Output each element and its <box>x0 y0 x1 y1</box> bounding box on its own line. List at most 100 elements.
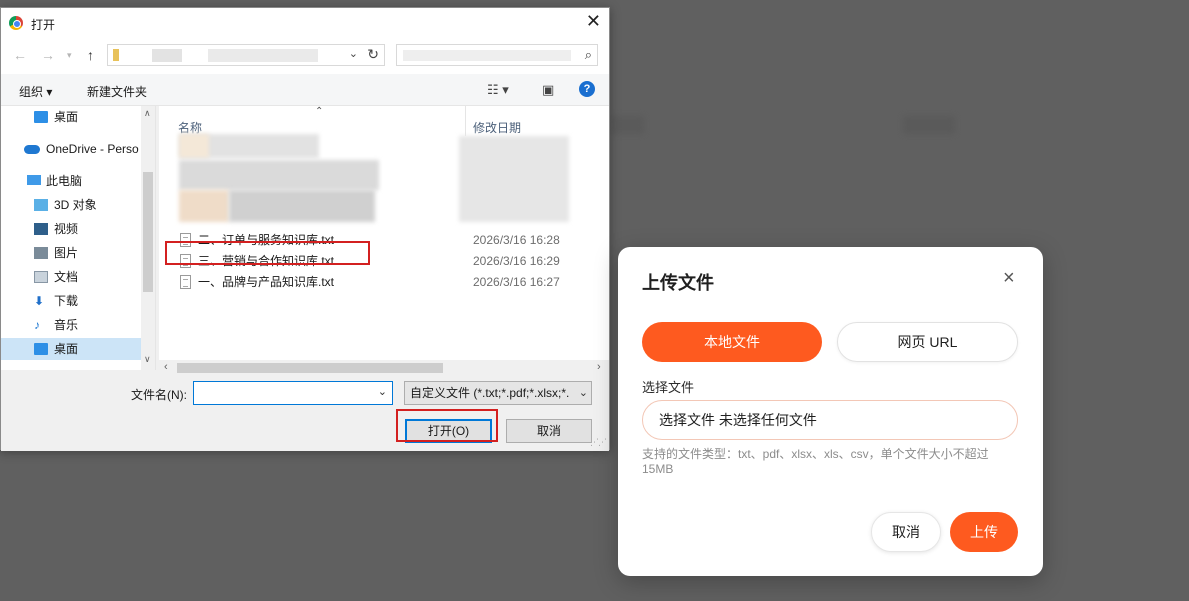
upload-file-modal: 上传文件 × 本地文件 网页 URL 选择文件 选择文件 未选择任何文件 支持的… <box>618 247 1043 576</box>
desktop-icon <box>34 343 48 355</box>
address-dropdown-icon[interactable]: ⌄ <box>349 47 358 60</box>
filename-input[interactable]: ⌄ <box>193 381 393 405</box>
address-path-blurred <box>152 49 182 62</box>
dialog-titlebar: 打开 ✕ <box>1 8 609 38</box>
column-divider[interactable] <box>465 106 466 136</box>
nav-item-desktop[interactable]: 桌面 <box>1 106 141 128</box>
tab-local-file[interactable]: 本地文件 <box>642 322 822 362</box>
resize-grip-icon[interactable]: ⋰⋰ <box>590 437 607 448</box>
nav-item-videos[interactable]: 视频 <box>1 218 141 240</box>
modal-close-icon[interactable]: × <box>1003 268 1015 288</box>
scroll-left-icon[interactable]: ‹ <box>164 361 168 373</box>
dialog-toolbar: 组织 ▾ 新建文件夹 ☷ ▾ ▣ ? <box>1 74 609 106</box>
nav-item-label: 图片 <box>54 246 79 260</box>
file-type-hint: 支持的文件类型：txt、pdf、xlsx、xls、csv，单个文件大小不超过15… <box>642 447 989 476</box>
dialog-cancel-button[interactable]: 取消 <box>506 419 592 443</box>
file-list-scroll-thumb[interactable] <box>177 363 443 373</box>
redacted-file-rows <box>179 134 209 158</box>
scroll-right-icon[interactable]: › <box>597 361 601 373</box>
highlight-open-button <box>396 409 498 442</box>
redacted-file-rows <box>179 160 379 190</box>
nav-item-label: 下载 <box>54 294 79 308</box>
nav-item-label: OneDrive - Perso <box>46 142 139 156</box>
address-field[interactable]: ⌄ ↻ <box>107 44 385 66</box>
navigation-pane: 桌面 OneDrive - Perso 此电脑 3D 对象 视频 图片 文档 ⬇ <box>1 106 156 370</box>
nav-item-onedrive[interactable]: OneDrive - Perso <box>1 138 141 160</box>
nav-item-label: 此电脑 <box>46 174 83 188</box>
tab-web-url[interactable]: 网页 URL <box>837 322 1018 362</box>
new-folder-button[interactable]: 新建文件夹 <box>87 83 147 100</box>
redacted-date-rows <box>459 136 569 222</box>
onedrive-icon <box>24 145 40 154</box>
up-arrow-icon[interactable]: ↑ <box>87 47 94 63</box>
search-placeholder-blurred <box>403 50 571 61</box>
address-bar-row: ← → ▾ ↑ ⌄ ↻ ⌕ <box>1 38 609 74</box>
dialog-footer: 文件名(N): ⌄ 自定义文件 (*.txt;*.pdf;*.xlsx;*. ⌄… <box>1 376 609 451</box>
column-header-date[interactable]: 修改日期 <box>473 119 521 136</box>
nav-item-music[interactable]: ♪ 音乐 <box>1 314 141 336</box>
redacted-file-rows <box>229 190 375 222</box>
text-file-icon <box>180 275 191 289</box>
forward-arrow-icon[interactable]: → <box>41 47 55 63</box>
redacted-file-rows <box>179 190 229 222</box>
nav-item-label: 3D 对象 <box>54 198 97 212</box>
desktop-icon <box>34 111 48 123</box>
recent-dropdown-icon[interactable]: ▾ <box>67 50 72 61</box>
nav-item-label: 音乐 <box>54 318 79 332</box>
file-list-pane: ⌃ 名称 修改日期 二、订单与服务知识库.txt 2026/3/16 16:28… <box>159 106 609 370</box>
file-open-dialog: 打开 ✕ ← → ▾ ↑ ⌄ ↻ ⌕ 组织 ▾ 新建文件夹 ☷ ▾ ▣ ? 桌面 <box>0 7 610 451</box>
search-field[interactable]: ⌕ <box>396 44 598 66</box>
highlight-selected-file <box>165 241 370 265</box>
3d-objects-icon <box>34 199 48 211</box>
folder-icon <box>113 49 119 61</box>
file-date: 2026/3/16 16:28 <box>473 233 560 247</box>
file-chooser-input[interactable]: 选择文件 未选择任何文件 <box>642 400 1018 440</box>
file-type-dropdown-icon[interactable]: ⌄ <box>575 382 588 404</box>
upload-button[interactable]: 上传 <box>950 512 1018 552</box>
file-type-filter-value: 自定义文件 (*.txt;*.pdf;*.xlsx;*. <box>410 386 570 400</box>
nav-item-label: 文档 <box>54 270 79 284</box>
file-date: 2026/3/16 16:29 <box>473 254 560 268</box>
nav-item-documents[interactable]: 文档 <box>1 266 141 288</box>
file-type-filter[interactable]: 自定义文件 (*.txt;*.pdf;*.xlsx;*. ⌄ <box>404 381 592 405</box>
documents-icon <box>34 271 48 283</box>
file-date: 2026/3/16 16:27 <box>473 275 560 289</box>
preview-pane-icon[interactable]: ▣ <box>542 82 554 98</box>
nav-item-downloads[interactable]: ⬇ 下载 <box>1 290 141 312</box>
background-blur-2 <box>903 116 955 134</box>
nav-item-label: 视频 <box>54 222 79 236</box>
nav-scrollbar[interactable]: ∧ ∨ <box>141 106 155 370</box>
music-icon: ♪ <box>34 318 40 332</box>
file-row[interactable]: 一、品牌与产品知识库.txt 2026/3/16 16:27 <box>178 272 598 292</box>
filename-dropdown-icon[interactable]: ⌄ <box>378 385 387 398</box>
nav-scroll-thumb[interactable] <box>143 172 153 292</box>
scroll-down-icon[interactable]: ∨ <box>144 354 151 365</box>
search-icon: ⌕ <box>584 47 592 62</box>
file-name: 一、品牌与产品知识库.txt <box>198 275 335 289</box>
refresh-icon[interactable]: ↻ <box>367 46 379 63</box>
computer-icon <box>27 175 41 185</box>
nav-item-label: 桌面 <box>54 342 79 356</box>
chrome-icon <box>9 16 23 30</box>
dialog-title: 打开 <box>31 18 56 32</box>
nav-item-desktop-selected[interactable]: 桌面 <box>1 338 141 360</box>
file-list-scrollbar[interactable]: ‹ › <box>159 360 609 376</box>
dialog-close-icon[interactable]: ✕ <box>586 12 601 30</box>
nav-item-pictures[interactable]: 图片 <box>1 242 141 264</box>
sort-ascending-icon: ⌃ <box>315 106 324 117</box>
back-arrow-icon[interactable]: ← <box>13 47 27 63</box>
nav-item-label: 桌面 <box>54 110 79 124</box>
nav-item-3d-objects[interactable]: 3D 对象 <box>1 194 141 216</box>
view-options-icon[interactable]: ☷ ▾ <box>487 82 509 98</box>
organize-menu[interactable]: 组织 ▾ <box>19 83 52 100</box>
address-path-blurred <box>208 49 318 62</box>
downloads-icon: ⬇ <box>34 294 45 308</box>
help-icon[interactable]: ? <box>579 81 595 97</box>
filename-label: 文件名(N): <box>131 388 187 402</box>
modal-title: 上传文件 <box>642 273 714 293</box>
scroll-up-icon[interactable]: ∧ <box>144 108 151 119</box>
pictures-icon <box>34 247 48 259</box>
nav-item-this-pc[interactable]: 此电脑 <box>1 170 141 192</box>
modal-cancel-button[interactable]: 取消 <box>871 512 941 552</box>
select-file-label: 选择文件 <box>642 380 695 395</box>
